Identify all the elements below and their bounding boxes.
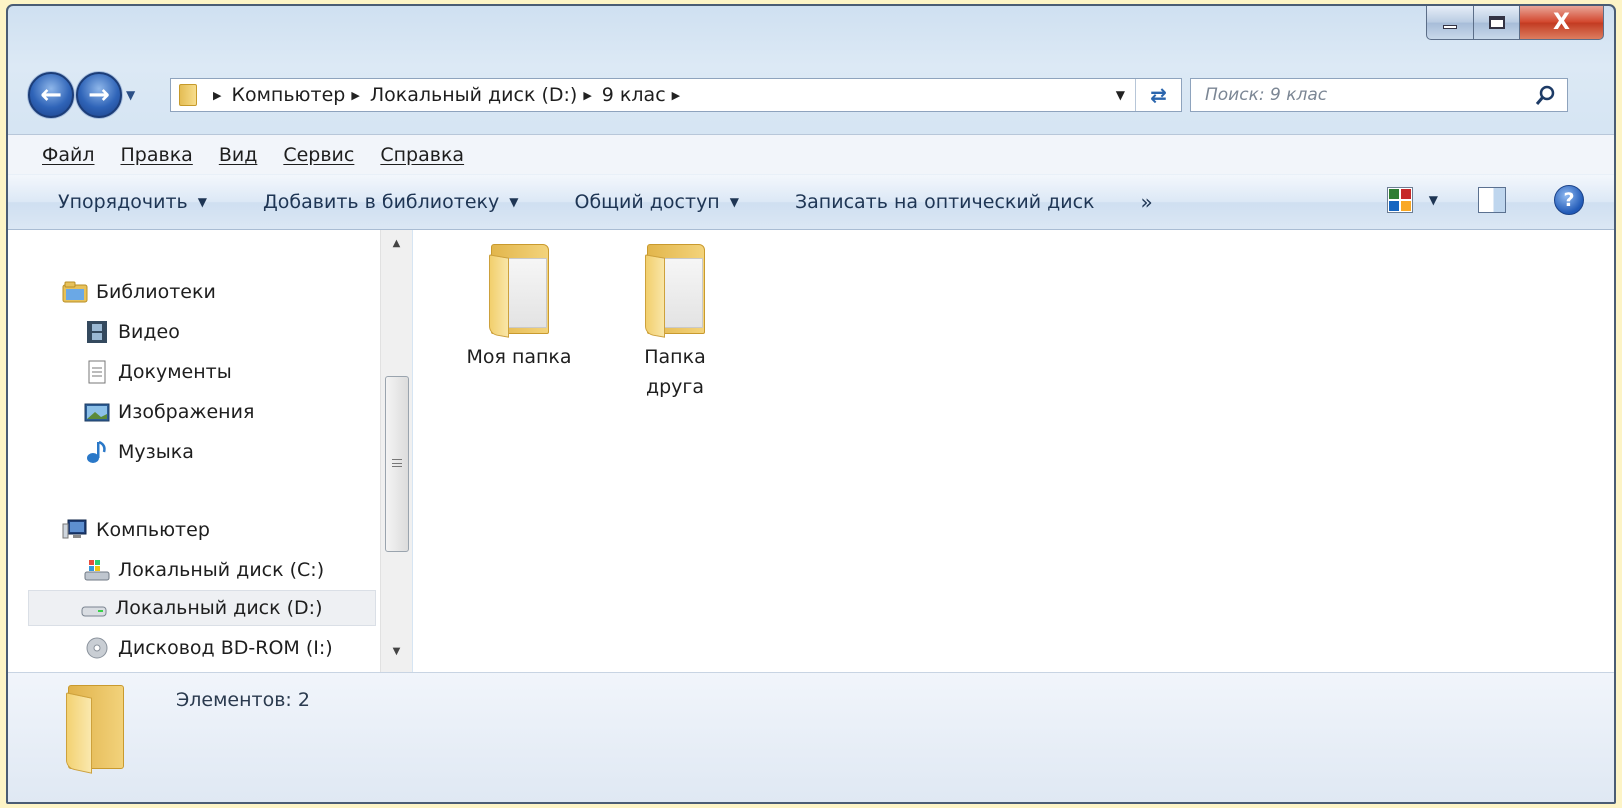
more-commands-button[interactable]: » xyxy=(1141,190,1153,214)
folder-label: Моя папка xyxy=(466,346,572,368)
folder-icon xyxy=(639,244,711,338)
navigation-pane: Библиотеки Видео Документы Изображения М… xyxy=(8,230,412,672)
menu-help[interactable]: Справка xyxy=(380,144,464,166)
refresh-button[interactable]: ⇄ xyxy=(1135,79,1181,111)
scroll-down-icon[interactable]: ▼ xyxy=(381,646,412,668)
caption-buttons: X xyxy=(1426,6,1604,40)
navigation-buttons: ← → ▼ xyxy=(28,70,135,120)
video-icon xyxy=(87,321,107,343)
organize-button[interactable]: Упорядочить ▼ xyxy=(58,191,207,213)
close-icon: X xyxy=(1553,10,1570,35)
chevron-down-icon: ▼ xyxy=(197,195,207,209)
nav-library-video[interactable]: Видео xyxy=(84,314,180,350)
preview-pane-button[interactable] xyxy=(1478,187,1506,213)
scroll-thumb[interactable] xyxy=(385,376,409,552)
share-with-button[interactable]: Общий доступ ▼ xyxy=(574,191,738,213)
help-icon: ? xyxy=(1563,189,1575,211)
nav-drive-d[interactable]: Локальный диск (D:) xyxy=(28,590,376,626)
close-button[interactable]: X xyxy=(1520,6,1604,40)
pictures-icon xyxy=(84,403,110,422)
include-in-library-button[interactable]: Добавить в библиотеку ▼ xyxy=(263,191,519,213)
search-icon[interactable] xyxy=(1535,84,1557,106)
music-icon xyxy=(87,440,106,463)
address-bar[interactable]: ▶ Компьютер ▶ Локальный диск (D:) ▶ 9 клас… xyxy=(170,78,1182,112)
burn-button[interactable]: Записать на оптический диск xyxy=(795,191,1095,213)
refresh-icon: ⇄ xyxy=(1150,83,1167,107)
grip-icon xyxy=(392,459,402,467)
minimize-button[interactable] xyxy=(1426,6,1474,40)
menu-bar: Файл Правка Вид Сервис Справка xyxy=(8,134,1614,174)
breadcrumb-chevron-icon[interactable]: ▶ xyxy=(351,89,359,102)
search-box[interactable] xyxy=(1190,78,1568,112)
explorer-window: X ← → ▼ ▶ Компьютер ▶ Локальный диск (D:)… xyxy=(6,4,1616,804)
item-count: Элементов: 2 xyxy=(176,689,310,711)
back-button[interactable]: ← xyxy=(28,72,74,118)
menu-view[interactable]: Вид xyxy=(219,144,258,166)
nav-library-music[interactable]: Музыка xyxy=(84,434,194,470)
change-view-button[interactable] xyxy=(1386,187,1413,213)
command-bar: Упорядочить ▼ Добавить в библиотеку ▼ Общи… xyxy=(8,174,1614,230)
breadcrumb-chevron-icon[interactable]: ▶ xyxy=(672,89,680,102)
breadcrumb-root[interactable]: ▶ xyxy=(207,89,231,102)
menu-edit[interactable]: Правка xyxy=(121,144,193,166)
hard-drive-icon xyxy=(81,606,107,617)
search-input[interactable] xyxy=(1205,85,1505,105)
libraries-icon xyxy=(62,281,88,303)
view-dropdown-icon[interactable]: ▼ xyxy=(1429,193,1438,207)
help-button[interactable]: ? xyxy=(1554,185,1584,215)
navigation-scrollbar[interactable]: ▲ ▼ xyxy=(380,230,412,672)
scroll-up-icon[interactable]: ▲ xyxy=(381,238,412,260)
folder-icon xyxy=(179,84,197,106)
back-arrow-icon: ← xyxy=(40,80,62,110)
nav-computer[interactable]: Компьютер xyxy=(62,512,210,548)
menu-tools[interactable]: Сервис xyxy=(283,144,354,166)
title-bar: X xyxy=(8,6,1614,64)
recent-pages-dropdown[interactable]: ▼ xyxy=(126,88,135,102)
optical-drive-icon xyxy=(86,637,108,659)
address-dropdown-icon[interactable]: ▼ xyxy=(1116,88,1125,102)
maximize-icon xyxy=(1488,16,1505,29)
nav-drive-bd-rom[interactable]: Дисковод BD-ROM (I:) xyxy=(84,630,333,666)
folder-icon xyxy=(62,685,130,774)
forward-arrow-icon: → xyxy=(88,80,110,110)
chevron-down-icon: ▼ xyxy=(509,195,519,209)
folder-item-my-folder[interactable]: Моя папка xyxy=(449,244,589,372)
folder-icon xyxy=(483,244,555,338)
documents-icon xyxy=(88,360,106,384)
breadcrumb-computer[interactable]: Компьютер ▶ xyxy=(231,84,369,106)
minimize-icon xyxy=(1443,24,1457,29)
folder-item-friend-folder[interactable]: Папка друга xyxy=(605,244,745,402)
nav-library-pictures[interactable]: Изображения xyxy=(84,394,254,430)
nav-drive-c[interactable]: Локальный диск (C:) xyxy=(84,552,324,588)
breadcrumb-drive-d[interactable]: Локальный диск (D:) ▶ xyxy=(370,84,602,106)
maximize-button[interactable] xyxy=(1474,6,1520,40)
computer-icon xyxy=(62,519,87,539)
breadcrumb-9-klas[interactable]: 9 клас ▶ xyxy=(602,84,690,106)
nav-libraries[interactable]: Библиотеки xyxy=(62,274,216,310)
folder-label: Папка друга xyxy=(644,346,706,398)
menu-file[interactable]: Файл xyxy=(42,144,95,166)
breadcrumb-chevron-icon[interactable]: ▶ xyxy=(213,89,221,102)
chevron-down-icon: ▼ xyxy=(729,195,739,209)
file-list: Моя папка Папка друга xyxy=(413,230,1614,672)
system-drive-icon xyxy=(84,560,110,581)
details-pane: Элементов: 2 xyxy=(8,672,1614,802)
nav-library-documents[interactable]: Документы xyxy=(84,354,232,390)
view-controls: ▼ ? xyxy=(1386,185,1584,215)
breadcrumb-chevron-icon[interactable]: ▶ xyxy=(583,89,591,102)
forward-button[interactable]: → xyxy=(76,72,122,118)
